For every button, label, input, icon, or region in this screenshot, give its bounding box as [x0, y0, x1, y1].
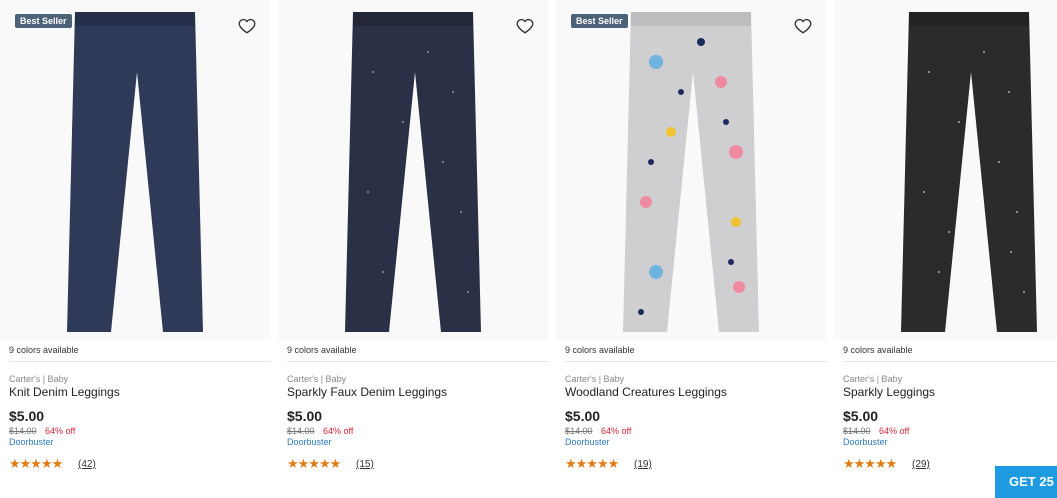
review-count-link[interactable]: (42) — [78, 459, 96, 470]
sale-price: $5.00 — [843, 408, 879, 424]
product-brand: Carter's | Baby — [565, 374, 625, 384]
leggings-image — [901, 12, 1037, 332]
doorbuster-label: Doorbuster — [9, 437, 54, 447]
heart-outline-icon[interactable] — [238, 17, 256, 35]
product-name[interactable]: Sparkly Faux Denim Leggings — [287, 385, 447, 399]
product-brand: Carter's | Baby — [843, 374, 903, 384]
review-count-link[interactable]: (19) — [634, 459, 652, 470]
sale-price: $5.00 — [287, 408, 323, 424]
best-seller-badge: Best Seller — [15, 14, 72, 28]
product-card[interactable]: Best Seller 9 colors available Carter's … — [0, 0, 271, 498]
original-price: $14.00 — [287, 426, 315, 436]
product-image[interactable] — [278, 0, 548, 340]
best-seller-badge: Best Seller — [571, 14, 628, 28]
promo-cta-button[interactable]: GET 25 — [995, 466, 1057, 498]
colors-available[interactable]: 9 colors available — [9, 345, 79, 355]
product-card[interactable]: 9 colors available Carter's | Baby Spark… — [834, 0, 1057, 498]
product-name[interactable]: Knit Denim Leggings — [9, 385, 120, 399]
colors-available[interactable]: 9 colors available — [843, 345, 913, 355]
divider — [9, 361, 271, 362]
divider — [287, 361, 549, 362]
product-brand: Carter's | Baby — [287, 374, 347, 384]
sale-price: $5.00 — [565, 408, 601, 424]
product-name[interactable]: Sparkly Leggings — [843, 385, 935, 399]
leggings-image — [67, 12, 203, 332]
product-card[interactable]: Best Seller 9 colors available Carter's … — [556, 0, 827, 498]
original-price: $14.00 — [9, 426, 37, 436]
discount-label: 64% off — [323, 426, 354, 436]
discount-label: 64% off — [879, 426, 910, 436]
star-rating: ★★★★★ — [287, 456, 341, 471]
product-brand: Carter's | Baby — [9, 374, 69, 384]
doorbuster-label: Doorbuster — [565, 437, 610, 447]
heart-outline-icon[interactable] — [794, 17, 812, 35]
star-rating: ★★★★★ — [9, 456, 63, 471]
review-count-link[interactable]: (29) — [912, 459, 930, 470]
original-price: $14.00 — [843, 426, 871, 436]
product-image[interactable]: Best Seller — [0, 0, 270, 340]
sale-price: $5.00 — [9, 408, 45, 424]
divider — [843, 361, 1057, 362]
product-card[interactable]: 9 colors available Carter's | Baby Spark… — [278, 0, 549, 498]
doorbuster-label: Doorbuster — [843, 437, 888, 447]
heart-outline-icon[interactable] — [516, 17, 534, 35]
star-rating: ★★★★★ — [843, 456, 897, 471]
original-price: $14.00 — [565, 426, 593, 436]
colors-available[interactable]: 9 colors available — [287, 345, 357, 355]
divider — [565, 361, 827, 362]
product-image[interactable]: Best Seller — [556, 0, 826, 340]
doorbuster-label: Doorbuster — [287, 437, 332, 447]
review-count-link[interactable]: (15) — [356, 459, 374, 470]
leggings-image — [345, 12, 481, 332]
product-image[interactable] — [834, 0, 1057, 340]
discount-label: 64% off — [601, 426, 632, 436]
product-name[interactable]: Woodland Creatures Leggings — [565, 385, 727, 399]
star-rating: ★★★★★ — [565, 456, 619, 471]
product-grid: Best Seller 9 colors available Carter's … — [0, 0, 1057, 498]
leggings-image — [623, 12, 759, 332]
colors-available[interactable]: 9 colors available — [565, 345, 635, 355]
discount-label: 64% off — [45, 426, 76, 436]
